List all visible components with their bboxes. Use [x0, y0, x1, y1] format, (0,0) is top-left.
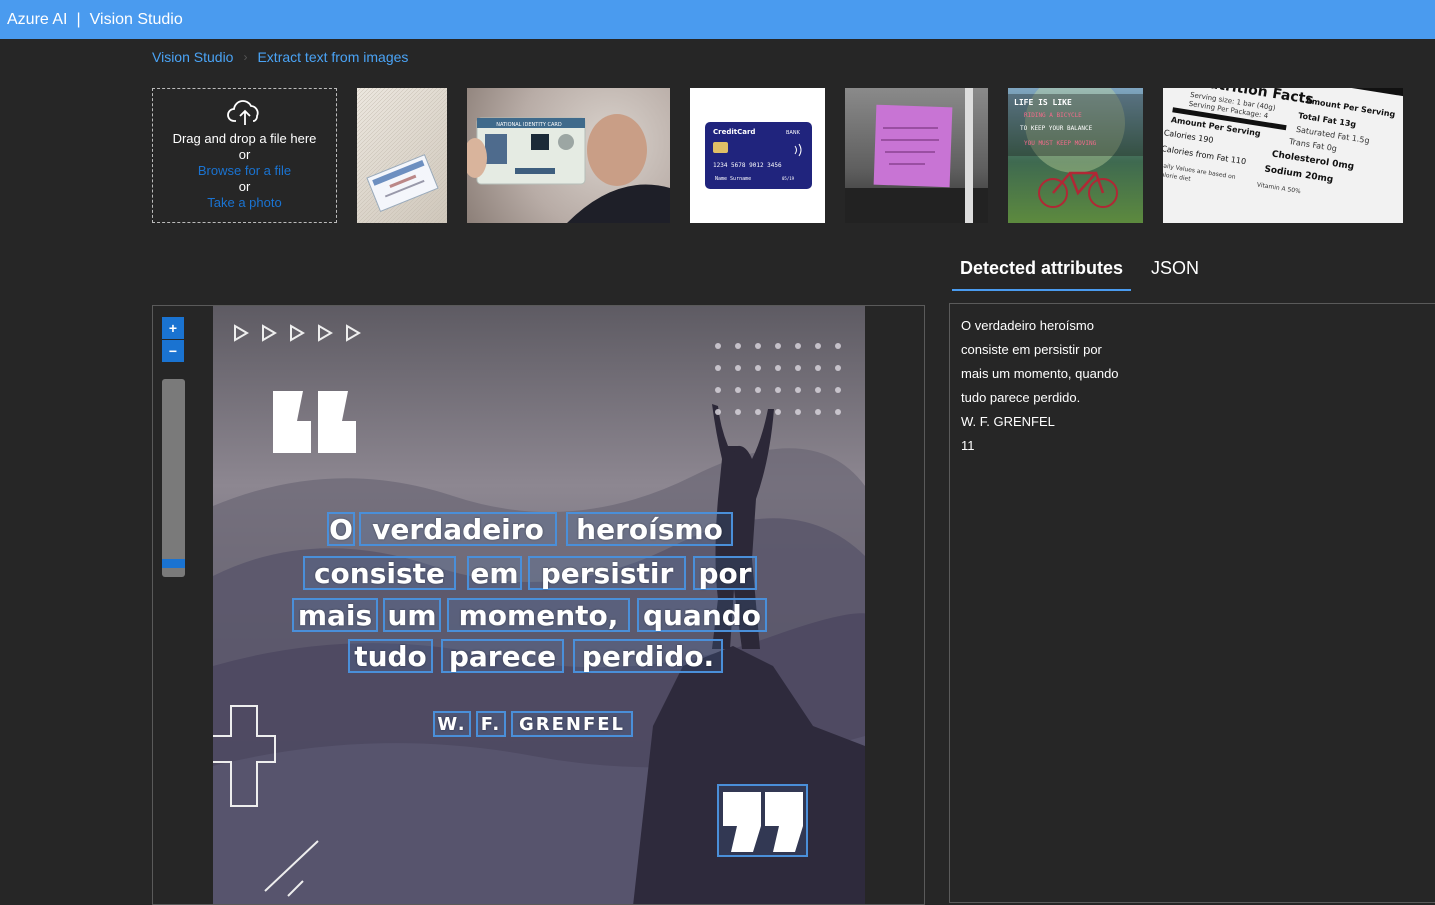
closing-quote-box[interactable] [717, 784, 808, 857]
result-line: mais um momento, quando [961, 366, 1119, 381]
ocr-word[interactable]: um [383, 598, 441, 632]
ocr-word[interactable]: consiste [303, 556, 456, 590]
sample-sticky-note[interactable] [845, 88, 988, 223]
closing-quote-icon [723, 792, 803, 852]
result-line: W. F. GRENFEL [961, 414, 1055, 429]
result-line: consiste em persistir por [961, 342, 1102, 357]
ocr-word[interactable]: mais [292, 598, 378, 632]
sample-social-security-card[interactable] [357, 88, 447, 223]
id-card-title: NATIONAL IDENTITY CARD [496, 122, 562, 128]
bicycle-line: TO KEEP YOUR BALANCE [1020, 125, 1093, 132]
bicycle-line: YOU MUST KEEP MOVING [1024, 140, 1097, 147]
ocr-word[interactable]: quando [637, 598, 767, 632]
detected-text-panel: O verdadeiro heroísmo consiste em persis… [949, 303, 1435, 903]
image-viewer: + − O verdadeiro heroísmo consiste em pe… [152, 305, 925, 905]
ocr-word[interactable]: heroísmo [566, 512, 733, 546]
zoom-in-button[interactable]: + [162, 317, 184, 339]
brand-label[interactable]: Azure AI [7, 11, 67, 29]
ocr-word[interactable]: perdido. [573, 639, 723, 673]
app-header: Azure AI | Vision Studio [0, 0, 1435, 39]
breadcrumb: Vision Studio › Extract text from images [152, 49, 408, 65]
credit-card-number: 1234 5678 9012 3456 [713, 162, 782, 169]
chevron-right-icon: › [243, 50, 248, 64]
ocr-word[interactable]: W. [433, 711, 471, 737]
zoom-slider-handle[interactable] [162, 559, 185, 568]
or-text: or [238, 179, 251, 194]
credit-card-expiry: 05/19 [782, 176, 795, 181]
credit-card-brand: CreditCard [713, 128, 755, 136]
sample-credit-card[interactable]: CreditCard BANK 1234 5678 9012 3456 Name… [690, 88, 825, 223]
breadcrumb-root[interactable]: Vision Studio [152, 49, 233, 65]
browse-file-link[interactable]: Browse for a file [153, 163, 336, 179]
credit-card-bank: BANK [786, 130, 801, 136]
bicycle-line: RIDING A BICYCLE [1024, 112, 1082, 119]
tab-json[interactable]: JSON [1143, 258, 1207, 291]
ocr-word[interactable]: verdadeiro [359, 512, 557, 546]
or-text: or [238, 147, 251, 162]
cloud-upload-icon [226, 100, 259, 125]
credit-card-name: Name Surname [715, 176, 751, 182]
take-photo-link[interactable]: Take a photo [153, 195, 336, 211]
zoom-out-button[interactable]: − [162, 340, 184, 362]
breadcrumb-current[interactable]: Extract text from images [257, 49, 408, 65]
ocr-word[interactable]: tudo [348, 639, 433, 673]
ocr-word[interactable]: persistir [528, 556, 686, 590]
ocr-word[interactable]: O [327, 512, 355, 546]
sample-nutrition-label[interactable]: Nutrition Facts Serving size: 1 bar (40g… [1163, 88, 1403, 223]
result-line: 11 [961, 438, 975, 453]
bicycle-line: LIFE IS LIKE [1014, 98, 1072, 107]
ocr-word[interactable]: parece [441, 639, 564, 673]
sample-bicycle-poster[interactable]: LIFE IS LIKE RIDING A BICYCLE TO KEEP YO… [1008, 88, 1143, 223]
ocr-word[interactable]: F. [476, 711, 506, 737]
sample-id-card-photo[interactable]: NATIONAL IDENTITY CARD [467, 88, 670, 223]
file-dropzone[interactable]: Drag and drop a file here or Browse for … [152, 88, 337, 223]
zoom-slider[interactable] [162, 379, 185, 577]
result-line: tudo parece perdido. [961, 390, 1081, 405]
header-separator: | [76, 10, 81, 28]
result-tabs: Detected attributes JSON [952, 258, 1207, 291]
analyzed-image: O verdadeiro heroísmo consiste em persis… [213, 306, 865, 904]
ocr-word[interactable]: momento, [447, 598, 630, 632]
ocr-word[interactable]: GRENFEL [511, 711, 633, 737]
tab-detected-attributes[interactable]: Detected attributes [952, 258, 1132, 291]
ocr-word[interactable]: por [693, 556, 757, 590]
ocr-word[interactable]: em [467, 556, 522, 590]
drag-drop-text: Drag and drop a file here [172, 131, 317, 146]
result-line: O verdadeiro heroísmo [961, 318, 1094, 333]
product-label[interactable]: Vision Studio [90, 11, 183, 29]
